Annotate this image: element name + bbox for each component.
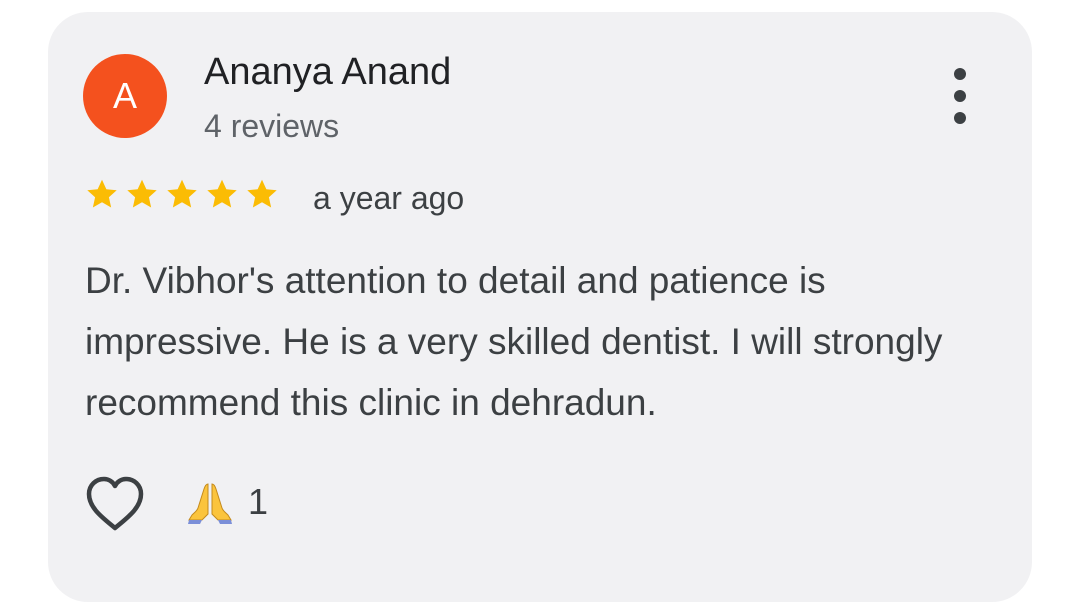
star-icon [167, 179, 197, 208]
reaction-count: 1 [248, 481, 269, 522]
star-icon [247, 179, 277, 208]
heart-outline-icon [86, 476, 144, 531]
author-name[interactable]: Ananya Anand [204, 50, 451, 94]
avatar-letter: A [112, 75, 137, 116]
avatar[interactable]: A [83, 54, 167, 138]
more-vert-icon-dot [954, 112, 966, 124]
more-options-button[interactable] [944, 68, 976, 124]
star-icon [207, 179, 237, 208]
folded-hands-emoji[interactable] [186, 480, 234, 524]
review-time: a year ago [313, 180, 465, 216]
star-rating [84, 176, 280, 212]
more-vert-icon [954, 68, 966, 80]
more-vert-icon-dot [954, 90, 966, 102]
star-icon [87, 179, 117, 208]
like-button[interactable] [83, 474, 147, 534]
review-count: 4 reviews [204, 108, 340, 144]
star-icon [127, 179, 157, 208]
review-text: Dr. Vibhor's attention to detail and pat… [85, 260, 943, 423]
